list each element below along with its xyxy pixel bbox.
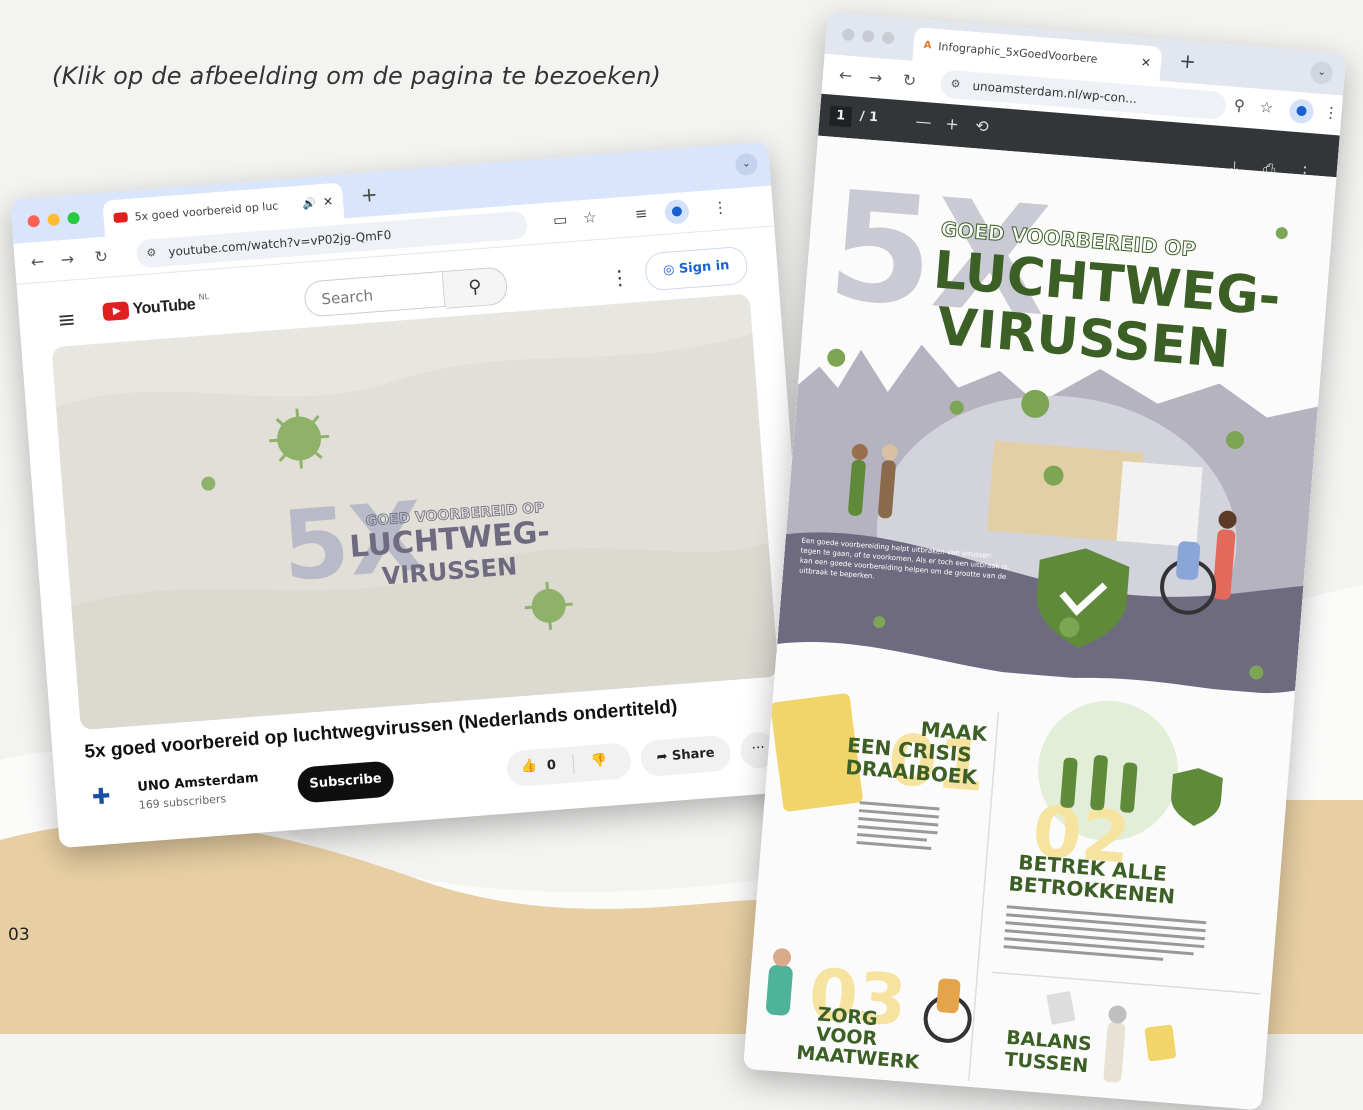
page-number: 03 bbox=[8, 925, 30, 945]
search-input[interactable]: Search bbox=[303, 271, 446, 318]
forward-arrow-icon[interactable]: → bbox=[868, 68, 883, 88]
reload-icon[interactable]: ↻ bbox=[94, 247, 109, 267]
youtube-logo[interactable]: YouTube NL bbox=[102, 291, 210, 322]
tab-title: Infographic_5xGoedVoorbere bbox=[937, 39, 1098, 66]
new-tab-button[interactable]: + bbox=[1178, 48, 1197, 73]
forward-arrow-icon[interactable]: → bbox=[60, 249, 75, 269]
region-code: NL bbox=[198, 291, 210, 302]
thumbs-up-icon[interactable]: 👍 bbox=[520, 758, 537, 774]
close-window-dot[interactable] bbox=[27, 214, 41, 228]
video-thumbnail: 5X GOED VOORBEREID OP LUCHTWEG- VIRUSSEN bbox=[56, 333, 779, 731]
profile-avatar-icon[interactable]: ● bbox=[1288, 98, 1315, 125]
browser-menu-icon[interactable]: ⋮ bbox=[712, 198, 728, 217]
share-button[interactable]: ➦ Share bbox=[639, 734, 732, 778]
hamburger-menu-icon[interactable]: ≡ bbox=[56, 307, 76, 333]
back-arrow-icon[interactable]: ← bbox=[30, 252, 45, 272]
bookmark-star-icon[interactable]: ☆ bbox=[1259, 98, 1274, 117]
share-label: Share bbox=[671, 745, 716, 764]
profile-avatar-icon[interactable]: ● bbox=[663, 198, 690, 225]
close-tab-icon[interactable]: ✕ bbox=[322, 194, 333, 209]
pdf-browser-window: A Infographic_5xGoedVoorbere ✕ + ⌄ ← → ↻… bbox=[742, 12, 1347, 1110]
site-settings-icon[interactable]: ⚙ bbox=[949, 70, 961, 99]
reload-icon[interactable]: ↻ bbox=[902, 70, 917, 90]
divider bbox=[572, 754, 575, 775]
like-count: 0 bbox=[546, 757, 557, 774]
search-button[interactable]: ⚲ bbox=[442, 266, 509, 309]
video-player[interactable]: 5X GOED VOORBEREID OP LUCHTWEG- VIRUSSEN bbox=[51, 293, 779, 731]
youtube-play-icon bbox=[102, 301, 130, 322]
zoom-icon[interactable]: ⚲ bbox=[1233, 96, 1245, 115]
minimize-window-dot[interactable] bbox=[47, 213, 61, 227]
channel-avatar[interactable]: ✚ bbox=[91, 784, 111, 810]
share-arrow-icon: ➦ bbox=[656, 748, 673, 766]
maximize-window-dot[interactable] bbox=[881, 31, 895, 45]
url-text: unoamsterdam.nl/wp-con... bbox=[971, 78, 1138, 107]
site-settings-icon[interactable]: ⚙ bbox=[145, 239, 157, 268]
youtube-favicon-icon bbox=[113, 212, 129, 224]
close-tab-icon[interactable]: ✕ bbox=[1140, 55, 1151, 70]
bookmark-star-icon[interactable]: ☆ bbox=[582, 208, 597, 227]
search-icon: ⚲ bbox=[467, 276, 483, 299]
subscriber-count: 169 subscribers bbox=[138, 792, 227, 812]
site-favicon-icon: A bbox=[923, 39, 932, 51]
reading-list-icon[interactable]: ≡ bbox=[634, 204, 648, 223]
page-total: / 1 bbox=[859, 108, 879, 126]
zoom-in-button[interactable]: + bbox=[945, 114, 960, 134]
page-number-input[interactable]: 1 bbox=[828, 105, 853, 128]
minimize-window-dot[interactable] bbox=[861, 29, 875, 43]
sign-in-label: Sign in bbox=[678, 258, 730, 277]
maximize-window-dot[interactable] bbox=[67, 211, 81, 225]
back-arrow-icon[interactable]: ← bbox=[838, 65, 853, 85]
rotate-icon[interactable]: ⟲ bbox=[975, 116, 990, 136]
pdf-infographic[interactable]: 5X GOED VOORBEREID OP LUCHTWEG- VIRUSSEN bbox=[742, 135, 1337, 1110]
zoom-out-button[interactable]: — bbox=[915, 111, 932, 131]
svg-text:MAATWERK: MAATWERK bbox=[796, 1042, 922, 1074]
settings-more-icon[interactable]: ⋮ bbox=[609, 265, 631, 290]
youtube-browser-window: 5x goed voorbereid op luc 🔊 ✕ + ⌄ ← → ↻ … bbox=[10, 141, 818, 849]
close-window-dot[interactable] bbox=[841, 28, 855, 42]
tab-title: 5x goed voorbereid op luc bbox=[134, 198, 279, 223]
like-dislike-group: 👍 0 👎 bbox=[505, 742, 633, 788]
infographic-artwork: 5X GOED VOORBEREID OP LUCHTWEG- VIRUSSEN bbox=[766, 159, 1318, 1083]
new-tab-button[interactable]: + bbox=[360, 182, 379, 207]
caption-text: (Klik op de afbeelding om de pagina te b… bbox=[52, 62, 662, 90]
tab-search-chevron-icon[interactable]: ⌄ bbox=[1309, 60, 1334, 85]
channel-name[interactable]: UNO Amsterdam bbox=[137, 771, 259, 795]
youtube-wordmark: YouTube bbox=[132, 296, 196, 318]
account-icon: ◎ bbox=[662, 261, 680, 279]
cast-icon[interactable]: ▭ bbox=[552, 210, 568, 229]
browser-menu-icon[interactable]: ⋮ bbox=[1323, 103, 1339, 122]
sign-in-button[interactable]: ◎ Sign in bbox=[643, 245, 749, 292]
subscribe-button[interactable]: Subscribe bbox=[296, 760, 395, 804]
url-text: youtube.com/watch?v=vP02jg-QmF0 bbox=[167, 227, 392, 259]
audio-icon[interactable]: 🔊 bbox=[302, 196, 317, 210]
thumbs-down-icon[interactable]: 👎 bbox=[590, 753, 607, 769]
tab-search-chevron-icon[interactable]: ⌄ bbox=[734, 152, 759, 177]
